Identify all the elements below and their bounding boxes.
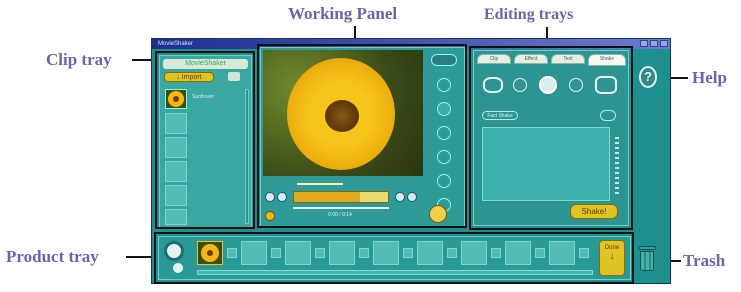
- help-callout: Help: [692, 68, 727, 87]
- minimize-button[interactable]: [640, 40, 648, 47]
- question-mark-icon: ?: [644, 69, 652, 84]
- working-panel-highlight: [257, 44, 467, 228]
- clip-tray-callout: Clip tray: [46, 50, 112, 69]
- help-button[interactable]: ?: [639, 66, 657, 88]
- trash-callout: Trash: [683, 251, 726, 270]
- editing-trays-highlight: [469, 46, 633, 230]
- trash-icon[interactable]: [638, 246, 656, 272]
- product-tray-callout: Product tray: [6, 247, 99, 266]
- working-panel-callout: Working Panel: [288, 4, 398, 23]
- trash-lid: [638, 246, 656, 250]
- close-button[interactable]: [660, 40, 668, 47]
- editing-trays-callout: Editing trays: [484, 6, 574, 23]
- clip-tray-highlight: [155, 51, 255, 229]
- trash-body: [640, 251, 654, 271]
- maximize-button[interactable]: [650, 40, 658, 47]
- window-title: MovieShaker: [158, 41, 194, 47]
- product-tray-highlight: [154, 232, 634, 284]
